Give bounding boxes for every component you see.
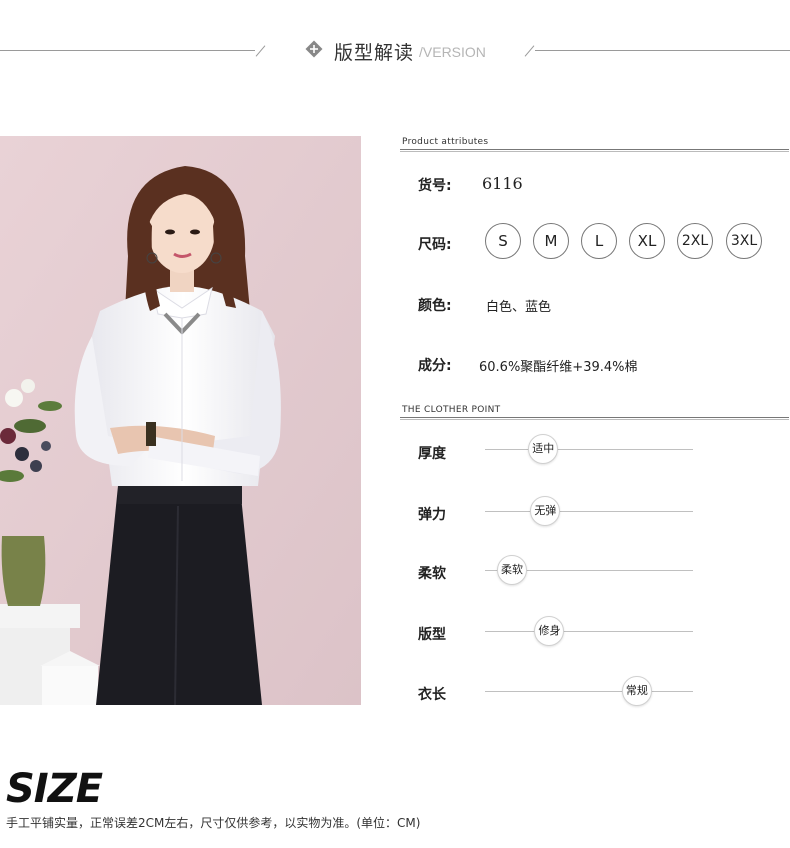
header-line-right <box>535 50 790 51</box>
fit-track <box>485 631 693 632</box>
thickness-label: 厚度 <box>418 446 446 462</box>
length-knob: 常规 <box>621 676 652 706</box>
size-heading: SIZE <box>6 766 103 812</box>
elasticity-knob: 无弹 <box>530 496 561 526</box>
header-slash-left <box>255 45 266 57</box>
attributes-rule-secondary <box>400 151 789 152</box>
color-value: 白色、蓝色 <box>486 300 552 315</box>
item-number-label: 货号: <box>418 178 452 194</box>
elasticity-track <box>485 511 693 512</box>
size-label: 尺码: <box>418 237 452 253</box>
size-option-3xl[interactable]: 3XL <box>726 223 762 259</box>
color-label: 颜色: <box>418 298 452 314</box>
length-track <box>485 691 693 692</box>
size-option-s[interactable]: S <box>485 223 521 259</box>
product-attributes-heading: Product attributes <box>402 137 489 147</box>
attributes-rule <box>400 149 789 150</box>
item-number-value: 6116 <box>482 174 523 193</box>
size-option-m[interactable]: M <box>533 223 569 259</box>
diamond-plus-icon <box>305 40 323 58</box>
points-rule <box>400 417 789 418</box>
header-slash-right <box>524 45 535 57</box>
section-subtitle: /VERSION <box>419 44 486 60</box>
softness-knob: 柔软 <box>497 555 528 585</box>
size-option-xl[interactable]: XL <box>629 223 665 259</box>
thickness-knob: 适中 <box>528 434 559 464</box>
thickness-track <box>485 449 693 450</box>
length-label: 衣长 <box>418 687 446 703</box>
softness-label: 柔软 <box>418 566 446 582</box>
size-note: 手工平铺实量，正常误差2CM左右，尺寸仅供参考，以实物为准。(单位：CM) <box>6 816 421 830</box>
size-option-l[interactable]: L <box>581 223 617 259</box>
section-title: 版型解读 <box>334 42 415 64</box>
model-photo <box>0 136 361 705</box>
material-label: 成分: <box>418 358 452 374</box>
size-option-2xl[interactable]: 2XL <box>677 223 713 259</box>
points-rule-secondary <box>400 419 789 420</box>
header-line-left <box>0 50 255 51</box>
fit-knob: 修身 <box>534 616 565 646</box>
clothing-point-heading: THE CLOTHER POINT <box>402 405 501 415</box>
material-value: 60.6%聚酯纤维+39.4%棉 <box>479 360 638 375</box>
elasticity-label: 弹力 <box>418 507 446 523</box>
fit-label: 版型 <box>418 627 446 643</box>
